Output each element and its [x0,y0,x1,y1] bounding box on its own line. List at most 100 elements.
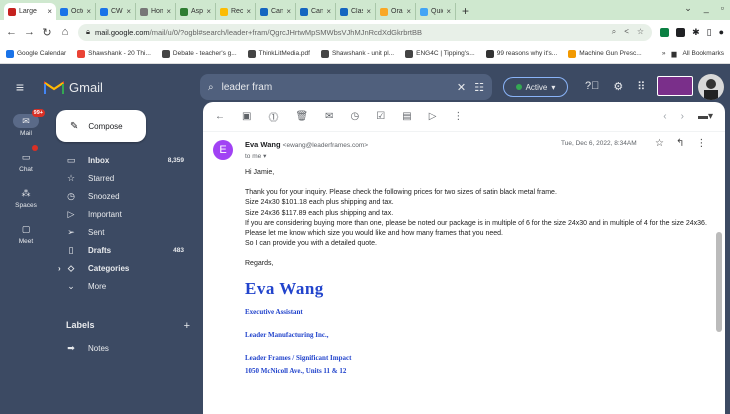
rail-item-chat[interactable]: ▭ Chat [0,145,52,173]
newer-icon[interactable]: › [681,111,684,122]
recipients-toggle[interactable]: to me ▾ [245,152,266,160]
delete-icon[interactable]: 🗑︎ [295,111,308,122]
extension-icon[interactable] [660,27,670,37]
overflow-chevron-icon[interactable]: » [662,50,666,57]
more-vert-icon[interactable]: ⋮ [696,138,706,149]
close-icon[interactable]: × [246,7,251,16]
label-tag-icon[interactable]: ▷ [429,111,437,122]
zoom-icon[interactable]: ⌕ [612,27,616,37]
search-icon[interactable]: ⌕ [208,82,214,93]
close-icon[interactable]: × [326,7,331,16]
url-host: mail.google.com [95,27,150,37]
close-icon[interactable]: × [47,7,52,16]
browser-tab[interactable]: Canad× [256,3,296,20]
search-options-icon[interactable]: ☷ [474,81,484,94]
close-icon[interactable]: × [286,7,291,16]
maximize-icon[interactable]: ▫ [721,3,724,14]
close-icon[interactable]: × [366,7,371,16]
add-label-icon[interactable]: + [184,320,190,332]
nav-item-important[interactable]: ▷ Important [52,206,192,223]
label-item[interactable]: ➡ Notes [52,340,192,357]
back-icon[interactable]: ← [6,26,17,38]
browser-tab[interactable]: Canad× [296,3,336,20]
browser-tab[interactable]: Home× [136,3,176,20]
add-task-icon[interactable]: ☑ [376,111,385,122]
extension-icon[interactable] [676,27,686,37]
new-tab-button[interactable]: + [456,3,475,20]
nav-item-categories[interactable]: › ⬦ Categories [52,260,192,277]
menu-icon[interactable]: ≡ [0,79,40,95]
url-field[interactable]: 🔒︎ mail.google.com/mail/u/0/?ogbl#search… [78,23,653,41]
close-icon[interactable]: × [86,7,91,16]
browser-tab[interactable]: Classi× [336,3,376,20]
browser-tab[interactable]: Recen× [216,3,256,20]
search-input[interactable]: leader fram [222,82,449,93]
profile-icon[interactable]: ● [719,27,724,37]
nav-item-snoozed[interactable]: ◷ Snoozed [52,188,192,205]
rail-item-mail[interactable]: ✉ 99+ Mail [0,109,52,137]
close-icon[interactable]: × [406,7,411,16]
home-icon[interactable]: ⌂ [60,26,70,38]
sender-name[interactable]: Eva Wang [245,140,281,149]
sidepanel-icon[interactable]: ▯ [707,27,712,38]
bookmark-item[interactable]: 99 reasons why it's... [485,49,557,58]
reload-icon[interactable]: ↻ [42,26,52,39]
mark-unread-icon[interactable]: ✉ [325,111,333,122]
nav-item-more[interactable]: ⌄ More [52,278,192,295]
input-tools-icon[interactable]: ▬▾ [698,111,713,122]
back-arrow-icon[interactable]: ← [215,111,225,122]
browser-tab[interactable]: Oral P× [376,3,416,20]
close-icon[interactable]: × [446,7,451,16]
nav-item-starred[interactable]: ☆ Starred [52,170,192,187]
share-icon[interactable]: < [624,27,629,37]
reply-icon[interactable]: ↰ [676,138,684,149]
snooze-icon[interactable]: ◷ [351,111,360,122]
help-icon[interactable]: ?⃝ [585,80,599,93]
clear-search-icon[interactable]: ✕ [457,81,466,94]
more-vert-icon[interactable]: ⋮ [453,111,463,122]
nav-item-inbox[interactable]: ▭ Inbox 8,359 [52,152,192,169]
settings-gear-icon[interactable]: ⚙ [613,80,623,93]
older-icon[interactable]: ‹ [663,111,666,122]
close-icon[interactable]: × [126,7,131,16]
avatar[interactable] [698,74,724,100]
account-brand-logo[interactable] [657,76,693,96]
scrollbar[interactable] [716,232,722,332]
all-bookmarks-link[interactable]: All Bookmarks [682,50,724,57]
archive-icon[interactable]: ▣ [242,111,251,122]
apps-grid-icon[interactable]: ⠿ [637,80,645,93]
close-icon[interactable]: × [166,7,171,16]
browser-tab[interactable]: Aspen× [176,3,216,20]
close-icon[interactable]: × [206,7,211,16]
move-to-icon[interactable]: ▤ [402,111,411,122]
bookmark-item[interactable]: Machine Gun Presc... [568,49,642,58]
rail-item-meet[interactable]: ▢ Meet [0,222,52,246]
browser-tab[interactable]: Large × [4,3,56,20]
bookmark-item[interactable]: ThinkLitMedia.pdf [247,49,310,58]
bookmarks-right: » ▆ All Bookmarks [662,50,724,58]
bookmark-item[interactable]: Google Calendar [6,49,66,58]
nav-item-sent[interactable]: ➢ Sent [52,224,192,241]
compose-button[interactable]: ✎ Compose [56,110,146,142]
report-spam-icon[interactable]: ⓵ [268,109,278,124]
browser-tab[interactable]: Quick× [416,3,456,20]
rail-item-spaces[interactable]: ⁂ Spaces [0,186,52,210]
minimize-icon[interactable]: _ [704,3,709,14]
chevron-down-icon[interactable]: ⌄ [684,3,692,14]
expand-arrow-icon[interactable]: › [58,264,61,273]
browser-tab[interactable]: Octob× [56,3,96,20]
nav-item-drafts[interactable]: ▯ Drafts 483 [52,242,192,259]
bookmark-item[interactable]: Debate - teacher's g... [161,49,237,58]
bookmark-star-icon[interactable]: ☆ [637,27,644,37]
star-icon[interactable]: ☆ [655,138,664,149]
puzzle-icon[interactable]: ✱ [692,27,700,38]
search-bar[interactable]: ⌕ leader fram ✕ ☷ [200,74,492,100]
bookmark-item[interactable]: ENG4C | Tipping's... [405,49,475,58]
status-button[interactable]: Active ▾ [503,77,568,97]
bookmark-item[interactable]: Shawshank - unit pl... [320,49,394,58]
tab-favicon-icon [100,7,108,16]
bookmark-item[interactable]: Shawshank - 20 Thi... [77,49,151,58]
browser-tab[interactable]: CW Gl× [96,3,136,20]
gmail-logo[interactable]: Gmail [40,80,200,95]
forward-icon[interactable]: → [24,26,35,38]
